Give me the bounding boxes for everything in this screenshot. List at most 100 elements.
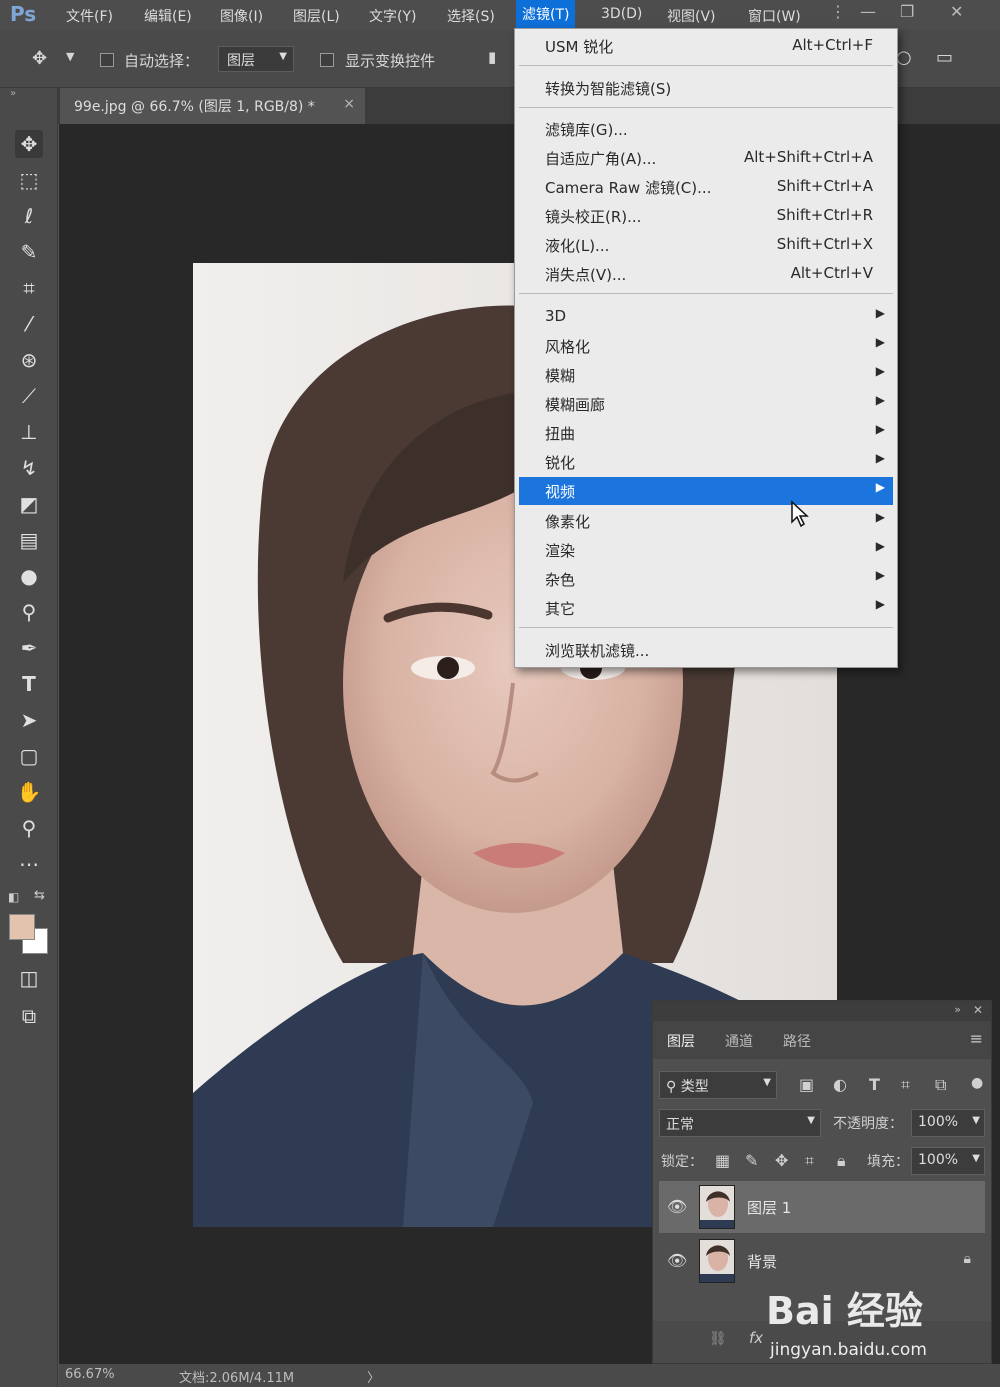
submenu-video[interactable]: 视频 ▶ [519,477,893,505]
more-icon[interactable]: ⋮ [830,2,846,21]
menu-item-browse-online-filters[interactable]: 浏览联机滤镜... [519,636,893,664]
restore-icon[interactable]: ❐ [900,2,914,21]
quick-select-tool-icon[interactable]: ✎ [15,238,43,266]
type-tool-icon[interactable]: T [15,670,43,698]
filter-toggle-icon[interactable]: ● [971,1075,983,1091]
move-tool-preset-icon[interactable]: ✥ [32,48,47,69]
menu-type[interactable]: 文字(Y) [369,6,416,26]
submenu-stylize[interactable]: 风格化 ▶ [519,332,893,360]
lock-artboard-icon[interactable]: ⌗ [805,1151,814,1171]
menu-item-vanishing-point[interactable]: 消失点(V)... Alt+Ctrl+V [519,260,893,288]
menu-item-usm-sharpen[interactable]: USM 锐化 Alt+Ctrl+F [519,32,893,60]
submenu-blur-gallery[interactable]: 模糊画廊 ▶ [519,390,893,418]
lasso-tool-icon[interactable]: ℓ [15,202,43,230]
layer-kind-filter[interactable]: ⚲ 类型 ▼ [659,1071,777,1099]
submenu-sharpen[interactable]: 锐化 ▶ [519,448,893,476]
layer-name[interactable]: 图层 1 [747,1197,791,1218]
brush-tool-icon[interactable]: ⟋ [15,382,43,410]
align-icon[interactable]: ▮ [488,48,496,66]
more-tools-icon[interactable]: ⋯ [15,850,43,878]
submenu-3d[interactable]: 3D ▶ [519,303,893,331]
tab-channels[interactable]: 通道 [725,1031,753,1051]
shape-tool-icon[interactable]: ▢ [15,742,43,770]
minimize-icon[interactable]: — [860,2,876,21]
close-tab-icon[interactable]: × [343,96,355,112]
eraser-tool-icon[interactable]: ◩ [15,490,43,518]
pen-tool-icon[interactable]: ✒ [15,634,43,662]
foreground-color-swatch[interactable] [9,914,35,940]
tab-paths[interactable]: 路径 [783,1031,811,1051]
document-tab[interactable]: 99e.jpg @ 66.7% (图层 1, RGB/8) * × [60,88,365,124]
fill-field[interactable]: 100% ▼ [911,1147,985,1175]
menu-item-liquify[interactable]: 液化(L)... Shift+Ctrl+X [519,231,893,259]
pixel-filter-icon[interactable]: ▣ [799,1075,814,1094]
submenu-blur[interactable]: 模糊 ▶ [519,361,893,389]
submenu-noise[interactable]: 杂色 ▶ [519,565,893,593]
collapse-panel-icon[interactable]: » [954,1003,961,1016]
menu-3d[interactable]: 3D(D) [601,6,642,22]
path-select-tool-icon[interactable]: ➤ [15,706,43,734]
menu-item-lens-correction[interactable]: 镜头校正(R)... Shift+Ctrl+R [519,202,893,230]
lock-transparent-icon[interactable]: ▦ [715,1151,730,1170]
submenu-distort[interactable]: 扭曲 ▶ [519,419,893,447]
shape-filter-icon[interactable]: ⌗ [901,1075,910,1095]
adjustment-filter-icon[interactable]: ◐ [833,1075,847,1094]
visibility-eye-icon[interactable]: 👁︎ [667,1197,687,1216]
marquee-tool-icon[interactable]: ⬚ [15,166,43,194]
screen-mode-icon[interactable]: ⧉ [15,1002,43,1030]
close-window-icon[interactable]: ✕ [950,2,963,21]
auto-select-checkbox[interactable] [100,53,114,67]
zoom-tool-icon[interactable]: ⚲ [15,814,43,842]
history-brush-tool-icon[interactable]: ↯ [15,454,43,482]
menu-view[interactable]: 视图(V) [667,6,716,26]
dodge-tool-icon[interactable]: ⚲ [15,598,43,626]
move-tool-icon[interactable]: ✥ [15,130,43,158]
gradient-tool-icon[interactable]: ▤ [15,526,43,554]
menu-item-camera-raw[interactable]: Camera Raw 滤镜(C)... Shift+Ctrl+A [519,173,893,201]
layer-row-layer-1[interactable]: 👁︎ 图层 1 [659,1181,985,1233]
blend-mode-dropdown[interactable]: 正常 ▼ [659,1109,821,1137]
menu-item-convert-smart-filter[interactable]: 转换为智能滤镜(S) [519,74,893,102]
tab-layers[interactable]: 图层 [667,1031,695,1051]
menu-select[interactable]: 选择(S) [447,6,495,26]
status-chevron-icon[interactable]: 〉 [367,1367,380,1386]
healing-brush-tool-icon[interactable]: ⊛ [15,346,43,374]
3d-mode-icon[interactable]: ○ [896,47,912,68]
submenu-pixelate[interactable]: 像素化 ▶ [519,507,893,535]
menu-item-filter-gallery[interactable]: 滤镜库(G)... [519,115,893,143]
menu-filter[interactable]: 滤镜(T) [516,0,576,30]
layer-name[interactable]: 背景 [747,1251,777,1272]
lock-pixels-icon[interactable]: ✎ [745,1151,758,1170]
menu-window[interactable]: 窗口(W) [748,6,801,26]
visibility-eye-icon[interactable]: 👁︎ [667,1251,687,1270]
chevron-down-icon[interactable]: ▼ [66,50,74,63]
swap-colors-icon[interactable]: ⇆ [34,888,45,903]
smart-object-filter-icon[interactable]: ⧉ [935,1075,946,1095]
opacity-field[interactable]: 100% ▼ [911,1109,985,1137]
lock-position-icon[interactable]: ✥ [775,1151,788,1170]
workspace-icon[interactable]: ▭ [936,47,953,68]
type-filter-icon[interactable]: T [869,1075,880,1094]
show-transform-checkbox[interactable] [320,53,334,67]
quick-mask-icon[interactable]: ◫ [15,964,43,992]
menu-image[interactable]: 图像(I) [220,6,263,26]
menu-item-adaptive-wide-angle[interactable]: 自适应广角(A)... Alt+Shift+Ctrl+A [519,144,893,172]
close-panel-icon[interactable]: ✕ [973,1003,983,1017]
menu-layer[interactable]: 图层(L) [293,6,340,26]
link-layers-icon[interactable]: ⛓ [709,1331,727,1347]
collapse-icon[interactable]: » [10,88,16,99]
submenu-other[interactable]: 其它 ▶ [519,594,893,622]
eyedropper-tool-icon[interactable]: ⁄ [15,310,43,338]
submenu-render[interactable]: 渲染 ▶ [519,536,893,564]
hand-tool-icon[interactable]: ✋ [15,778,43,806]
default-colors-icon[interactable]: ◧ [8,890,19,904]
lock-all-icon[interactable]: 🔒︎ [837,1151,846,1171]
menu-file[interactable]: 文件(F) [66,6,113,26]
menu-edit[interactable]: 编辑(E) [144,6,192,26]
blur-tool-icon[interactable]: ● [15,562,43,590]
zoom-level[interactable]: 66.67% [65,1367,115,1382]
clone-stamp-tool-icon[interactable]: ⊥ [15,418,43,446]
panel-menu-icon[interactable]: ≡ [970,1029,983,1048]
crop-tool-icon[interactable]: ⌗ [15,274,43,302]
auto-select-dropdown[interactable]: 图层 ▼ [218,46,294,72]
